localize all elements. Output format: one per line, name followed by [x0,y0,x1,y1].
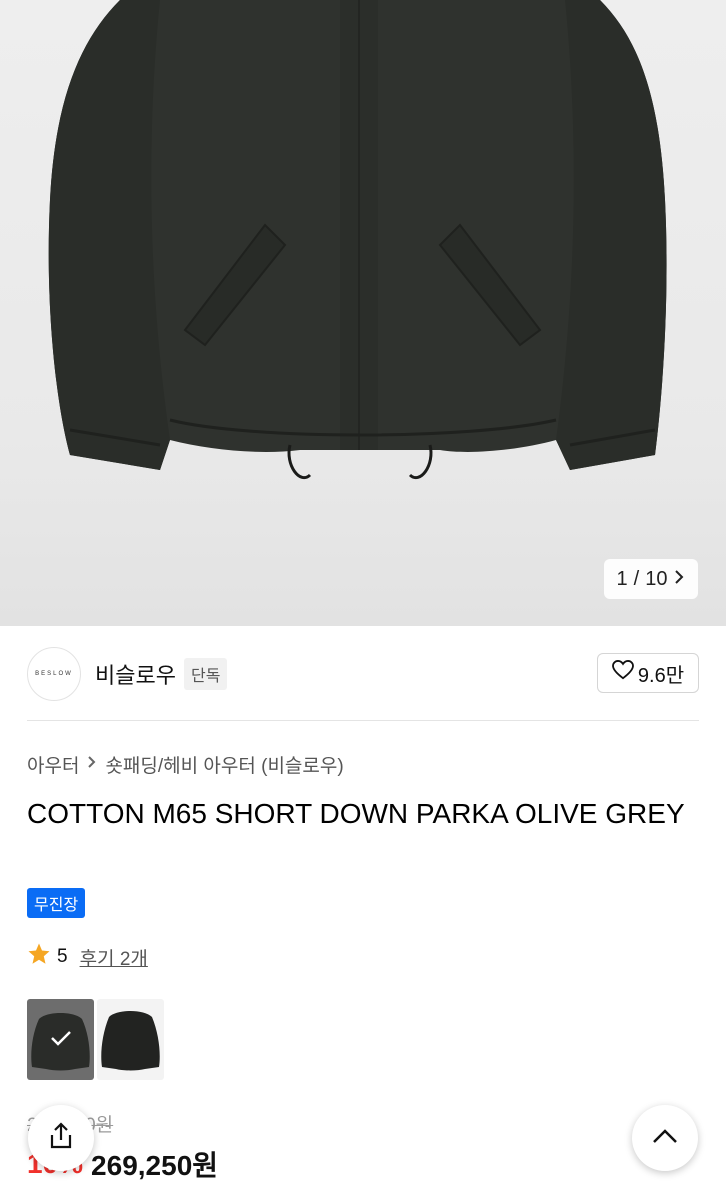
share-icon [47,1121,75,1156]
chevron-right-icon [87,753,97,776]
counter-total: 10 [645,567,668,590]
like-button[interactable]: 9.6만 [597,653,699,693]
breadcrumb: 아우터 숏패딩/헤비 아우터 (비슬로우) [27,751,344,778]
final-price: 269,250원 [91,1150,219,1181]
star-icon [27,942,51,972]
scroll-top-button[interactable] [632,1105,698,1171]
brand-logo-text: BESLOW [35,671,73,677]
chevron-right-icon [673,568,685,591]
jacket-image [48,0,667,479]
counter-separator: / [633,567,640,590]
brand-logo[interactable]: BESLOW [27,647,81,701]
event-badge: 무진장 [27,888,86,918]
exclusive-badge: 단독 [183,658,228,690]
breadcrumb-subcategory[interactable]: 숏패딩/헤비 아우터 (비슬로우) [105,751,343,778]
color-option-2[interactable] [97,999,164,1080]
like-count: 9.6만 [637,664,685,687]
breadcrumb-category[interactable]: 아우터 [27,751,79,778]
reviews-link[interactable]: 후기 2개 [80,944,148,971]
check-icon [50,1027,72,1053]
rating-score: 5 [57,946,68,967]
image-counter[interactable]: 1 / 10 [604,559,698,599]
heart-icon [611,659,634,686]
jacket-thumbnail [101,1011,160,1071]
chevron-up-icon [651,1127,679,1150]
color-options [27,999,164,1080]
share-button[interactable] [28,1105,94,1171]
counter-current: 1 [616,567,628,590]
color-option-1[interactable] [27,999,94,1080]
rating-row: 5 후기 2개 [27,942,148,972]
divider [27,720,699,721]
product-title: COTTON M65 SHORT DOWN PARKA OLIVE GREY [27,798,685,829]
brand-row: BESLOW 비슬로우 단독 9.6만 [27,646,699,702]
product-image-gallery[interactable]: 1 / 10 [0,0,726,626]
brand-name[interactable]: 비슬로우 [95,658,176,690]
